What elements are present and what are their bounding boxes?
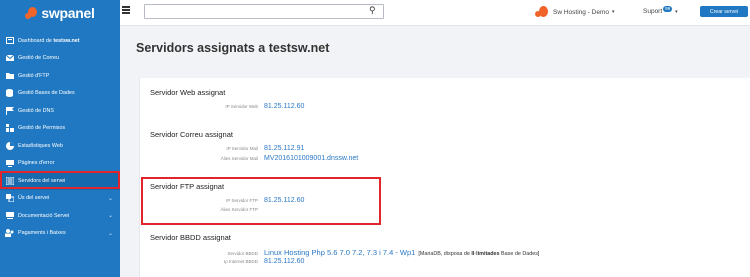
- sidebar-item-docs[interactable]: Documentació Servei ⌄: [0, 207, 120, 225]
- sidebar-highlight-box: [0, 171, 120, 189]
- sidebar-item-label: Gestió Bases de Dades: [18, 90, 75, 97]
- page-title: Servidors assignats a testsw.net: [136, 41, 330, 55]
- sidebar-item-label: Gestió de DNS: [18, 107, 54, 114]
- detail-value: Linux Hosting Php 5.6 7.0 7.2, 7.3 i 7.4…: [264, 248, 416, 257]
- database-note: [MariaDB, disposa de Il·limitades Base d…: [418, 251, 540, 257]
- ftp-highlight-box: [141, 177, 381, 225]
- sidebar-nav: Dashboard de testsw.net Gestió de Correu…: [0, 32, 120, 242]
- sidebar-item-dns[interactable]: Gestió de DNS: [0, 102, 120, 120]
- sidebar-item-payments[interactable]: Pagaments i Baixes ⌄: [0, 225, 120, 243]
- section-title: Servidor Correu assignat: [150, 130, 233, 139]
- ftp-icon: [5, 72, 14, 80]
- sidebar-item-error-pages[interactable]: Pàgines d'error: [0, 155, 120, 173]
- mail-icon: [5, 54, 14, 62]
- payments-icon: [5, 229, 14, 238]
- detail-value: MV2016101009001.dnssw.net: [264, 155, 359, 162]
- swpanel-logo-icon: [25, 7, 38, 19]
- create-service-button[interactable]: Crear servei: [700, 6, 748, 17]
- detail-label: IP Servidor Web: [225, 104, 258, 109]
- stats-icon: [5, 141, 14, 150]
- hamburger-menu-icon[interactable]: [122, 6, 130, 14]
- detail-row: Àlies Servidor Mail MV2016101009001.dnss…: [150, 155, 650, 165]
- detail-label: Àlies Servidor Mail: [220, 156, 258, 161]
- detail-row: IP Servidor Web 81.25.112.60: [150, 103, 650, 113]
- section-title: Servidor Web assignat: [150, 88, 226, 97]
- sidebar-item-ftp[interactable]: Gestió d'FTP: [0, 67, 120, 85]
- main-content: Servidors assignats a testsw.net Servido…: [120, 26, 750, 277]
- sidebar-item-label: Gestió de Correu: [18, 55, 60, 62]
- brand-logo[interactable]: swpanel: [0, 0, 120, 26]
- web-server-section: Servidor Web assignat IP Servidor Web 81…: [150, 88, 650, 113]
- search-icon[interactable]: ⚲: [369, 5, 376, 16]
- error-page-icon: [5, 159, 14, 167]
- sidebar-item-label: Gestió de Permisos: [18, 125, 66, 132]
- detail-value: 81.25.112.60: [264, 258, 305, 265]
- sidebar-item-dashboard[interactable]: Dashboard de testsw.net: [0, 32, 120, 50]
- support-label: Suport: [643, 8, 663, 15]
- sidebar-item-label: Dashboard de testsw.net: [18, 37, 80, 44]
- sidebar-item-permissions[interactable]: Gestió de Permisos: [0, 120, 120, 138]
- detail-label: Ip Internet BBDD: [223, 259, 258, 264]
- database-server-section: Servidor BBDD assignat Servidor BBDD Lin…: [150, 233, 740, 268]
- database-icon: [5, 89, 14, 98]
- mail-server-section: Servidor Correu assignat IP Servidor Mai…: [150, 130, 650, 165]
- search-input[interactable]: [144, 4, 384, 19]
- flag-icon: [5, 106, 14, 115]
- detail-label: Servidor BBDD: [227, 251, 258, 256]
- user-menu[interactable]: Sw Hosting - Demo ▾: [535, 6, 615, 18]
- detail-label: IP Servidor Mail: [226, 146, 258, 151]
- top-bar: ⚲ Sw Hosting - Demo ▾ Suport 99 ▾ Crear …: [120, 0, 750, 26]
- chevron-down-icon: ▾: [675, 8, 678, 15]
- brand-name: swpanel: [41, 5, 95, 21]
- detail-row: IP Servidor Mail 81.25.112.91: [150, 145, 650, 155]
- sidebar-item-label: Ús del servei: [18, 195, 50, 202]
- chevron-down-icon: ⌄: [107, 213, 113, 220]
- sidebar-item-databases[interactable]: Gestió Bases de Dades: [0, 85, 120, 103]
- detail-value: 81.25.112.60: [264, 103, 305, 110]
- sidebar-item-stats[interactable]: Estadístiques Web: [0, 137, 120, 155]
- support-badge: 99: [663, 5, 673, 12]
- section-title: Servidor BBDD assignat: [150, 233, 231, 242]
- detail-value: 81.25.112.91: [264, 145, 305, 152]
- chevron-down-icon: ▾: [612, 9, 615, 15]
- dashboard-icon: [5, 37, 14, 45]
- sidebar-item-label: Documentació Servei: [18, 212, 70, 219]
- permissions-icon: [5, 124, 14, 133]
- user-avatar-icon: [535, 6, 548, 18]
- chevron-down-icon: ⌄: [107, 230, 113, 237]
- sidebar-item-label: Pàgines d'error: [18, 160, 55, 167]
- usage-icon: [5, 194, 14, 203]
- detail-row: Ip Internet BBDD 81.25.112.60: [150, 258, 740, 268]
- docs-icon: [5, 212, 14, 220]
- sidebar-item-label: Pagaments i Baixes: [18, 230, 66, 237]
- sidebar-item-label: Gestió d'FTP: [18, 72, 50, 79]
- sidebar-item-mail[interactable]: Gestió de Correu: [0, 50, 120, 68]
- support-menu[interactable]: Suport 99 ▾: [643, 5, 678, 15]
- sidebar-item-label: Estadístiques Web: [18, 142, 63, 149]
- user-name: Sw Hosting - Demo: [553, 8, 609, 16]
- sidebar-item-usage[interactable]: Ús del servei ⌄: [0, 190, 120, 208]
- chevron-down-icon: ⌄: [107, 195, 113, 202]
- sidebar: swpanel Dashboard de testsw.net Gestió d…: [0, 0, 120, 277]
- detail-row: Servidor BBDD Linux Hosting Php 5.6 7.0 …: [150, 248, 740, 258]
